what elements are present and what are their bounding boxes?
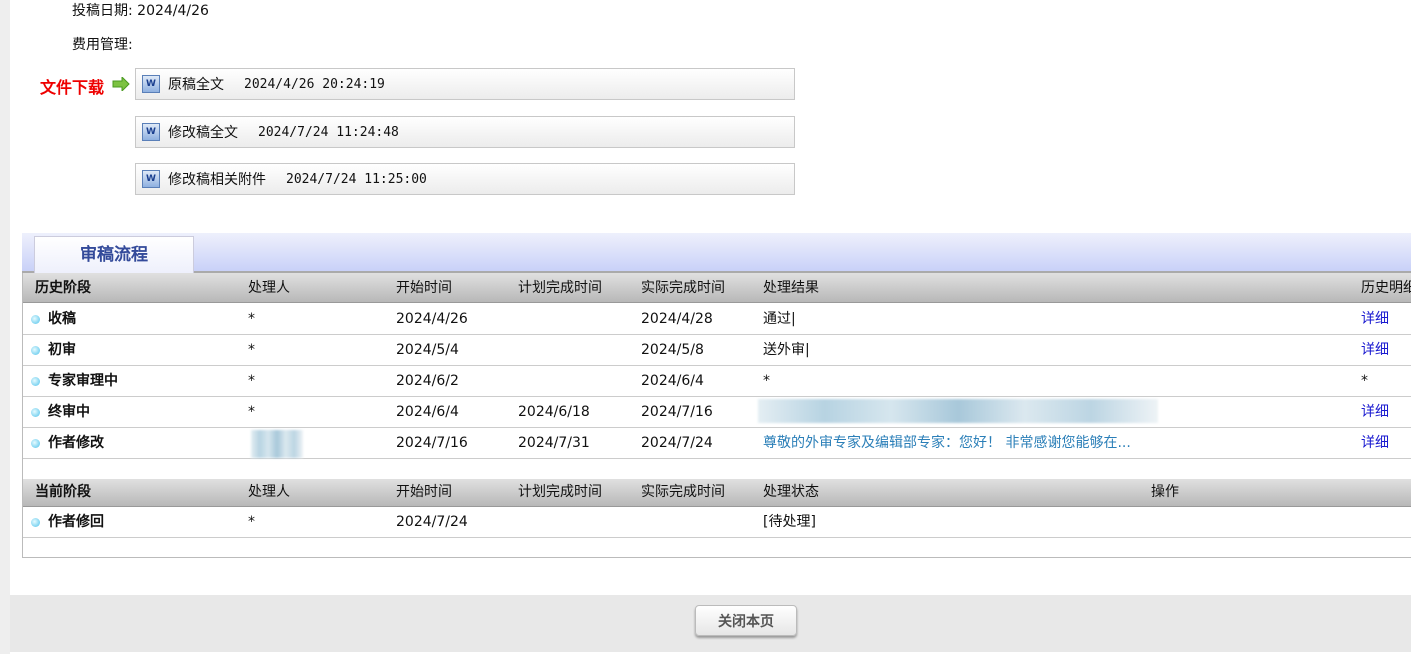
stage-name: 初审	[48, 342, 76, 358]
start-time: 2024/7/16	[396, 435, 468, 451]
stage-name: 收稿	[48, 311, 76, 327]
table-header-row: 历史阶段 处理人 开始时间 计划完成时间 实际完成时间 处理结果 历史明细	[23, 273, 1411, 303]
file-name: 修改稿相关附件	[168, 172, 266, 188]
file-date: 2024/4/26 20:24:19	[244, 76, 385, 92]
planned-time: 2024/6/18	[518, 404, 590, 420]
column-header: 处理状态	[763, 484, 819, 500]
redacted-result	[758, 399, 1158, 423]
column-header: 实际完成时间	[641, 280, 725, 296]
file-date: 2024/7/24 11:25:00	[286, 171, 427, 187]
stage-name: 作者修回	[48, 514, 104, 530]
stage-name: 专家审理中	[48, 373, 118, 389]
bullet-icon	[31, 315, 40, 324]
file-name: 原稿全文	[168, 77, 224, 93]
close-page-button[interactable]: 关闭本页	[695, 605, 797, 636]
redacted-handler	[251, 430, 303, 458]
handler: *	[248, 514, 255, 530]
table-header-row: 当前阶段 处理人 开始时间 计划完成时间 实际完成时间 处理状态 操作	[23, 479, 1411, 507]
review-table: 历史阶段 处理人 开始时间 计划完成时间 实际完成时间 处理结果 历史明细 收稿 * 202…	[22, 273, 1411, 558]
table-row: 专家审理中 * 2024/6/2 2024/6/4 * *	[23, 366, 1411, 397]
result: 通过|	[763, 311, 796, 327]
word-document-icon: W	[142, 123, 160, 141]
file-download-label: 文件下载	[40, 78, 105, 97]
fee-label: 费用管理:	[72, 37, 133, 53]
actual-time: 2024/7/16	[641, 404, 713, 420]
handler: *	[248, 342, 255, 358]
arrow-right-icon	[112, 77, 130, 91]
review-tabbar: 审稿流程	[22, 233, 1411, 273]
planned-time: 2024/7/31	[518, 435, 590, 451]
result: 送外审|	[763, 342, 810, 358]
actual-time: 2024/7/24	[641, 435, 713, 451]
table-row: 终审中 * 2024/6/4 2024/6/18 2024/7/16 详细	[23, 397, 1411, 428]
bullet-icon	[31, 346, 40, 355]
start-time: 2024/7/24	[396, 514, 468, 530]
word-document-icon: W	[142, 75, 160, 93]
result[interactable]: 尊敬的外审专家及编辑部专家：您好！ 非常感谢您能够在...	[763, 428, 1131, 458]
handler: *	[248, 373, 255, 389]
left-gutter	[0, 0, 10, 654]
table-row: 作者修改 2024/7/16 2024/7/31 2024/7/24 尊敬的外审…	[23, 428, 1411, 459]
column-header: 历史明细	[1361, 280, 1411, 296]
bullet-icon	[31, 518, 40, 527]
footer-bar: 关闭本页	[10, 595, 1411, 652]
handler: *	[248, 404, 255, 420]
actual-time: 2024/5/8	[641, 342, 704, 358]
file-date: 2024/7/24 11:24:48	[258, 124, 399, 140]
column-header: 处理结果	[763, 280, 819, 296]
actual-time: 2024/6/4	[641, 373, 704, 389]
column-header: 开始时间	[396, 280, 452, 296]
column-header: 计划完成时间	[518, 280, 602, 296]
column-header: 实际完成时间	[641, 484, 725, 500]
stage-name: 作者修改	[48, 435, 104, 451]
start-time: 2024/4/26	[396, 311, 468, 327]
detail-link[interactable]: 详细	[1361, 397, 1389, 427]
bullet-icon	[31, 439, 40, 448]
tab-review-process[interactable]: 审稿流程	[34, 236, 194, 273]
table-row: 作者修回 * 2024/7/24 [待处理]	[23, 507, 1411, 538]
handler: *	[248, 311, 255, 327]
start-time: 2024/6/4	[396, 404, 459, 420]
file-download-item[interactable]: W 修改稿全文 2024/7/24 11:24:48	[135, 116, 795, 148]
column-header: 当前阶段	[35, 484, 91, 500]
column-header: 处理人	[248, 484, 290, 500]
stage-name: 终审中	[48, 404, 90, 420]
column-header: 开始时间	[396, 484, 452, 500]
status: [待处理]	[763, 514, 816, 530]
submit-date: 投稿日期: 2024/4/26	[72, 0, 209, 20]
table-row: 收稿 * 2024/4/26 2024/4/28 通过| 详细	[23, 304, 1411, 335]
file-download-item[interactable]: W 修改稿相关附件 2024/7/24 11:25:00	[135, 163, 795, 195]
actual-time: 2024/4/28	[641, 311, 713, 327]
start-time: 2024/6/2	[396, 373, 459, 389]
column-header: 操作	[1151, 484, 1179, 500]
table-row: 初审 * 2024/5/4 2024/5/8 送外审| 详细	[23, 335, 1411, 366]
column-header: 历史阶段	[35, 280, 91, 296]
column-header: 计划完成时间	[518, 484, 602, 500]
file-name: 修改稿全文	[168, 125, 238, 141]
submit-date-label: 投稿日期:	[72, 3, 133, 19]
detail-link: *	[1361, 373, 1368, 389]
start-time: 2024/5/4	[396, 342, 459, 358]
bullet-icon	[31, 377, 40, 386]
result: *	[763, 373, 770, 389]
detail-link[interactable]: 详细	[1361, 335, 1389, 365]
submit-date-value: 2024/4/26	[137, 3, 209, 19]
word-document-icon: W	[142, 170, 160, 188]
detail-link[interactable]: 详细	[1361, 428, 1389, 458]
bullet-icon	[31, 408, 40, 417]
detail-link[interactable]: 详细	[1361, 304, 1389, 334]
column-header: 处理人	[248, 280, 290, 296]
file-download-item[interactable]: W 原稿全文 2024/4/26 20:24:19	[135, 68, 795, 100]
